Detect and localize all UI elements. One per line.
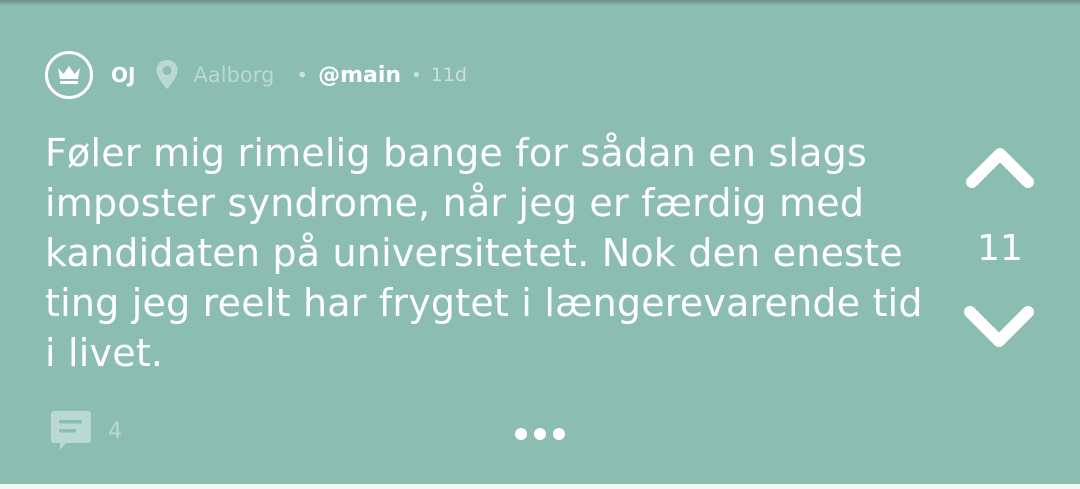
bottom-divider [0,484,1080,489]
upvote-button[interactable] [965,142,1035,192]
crown-icon [58,66,80,84]
author-avatar[interactable] [45,51,93,99]
chevron-up-icon [966,148,1034,188]
author-name: OJ [111,63,136,87]
more-dots-icon[interactable] [515,424,565,444]
map-pin-icon [155,59,179,91]
comment-bubble-icon [51,411,91,450]
post-body: Føler mig rimelig bange for sådan en sla… [45,131,923,375]
channel-link[interactable]: @main [318,63,401,88]
chevron-down-icon [964,306,1034,347]
more-dot [534,428,546,440]
comment-count: 4 [108,418,122,444]
separator-dot: • [411,64,422,86]
more-dot [515,428,527,440]
post-header: OJ Aalborg • @main • 11d [45,49,467,101]
post-time: 11d [430,64,467,86]
separator-dot: • [296,63,309,87]
top-shadow [0,0,1080,6]
comments-button[interactable]: 4 [50,410,122,452]
vote-controls: 11 [955,130,1045,360]
post-location: Aalborg [193,63,275,87]
more-dot [553,428,565,440]
vote-count: 11 [977,228,1023,269]
downvote-button[interactable] [963,302,1035,352]
